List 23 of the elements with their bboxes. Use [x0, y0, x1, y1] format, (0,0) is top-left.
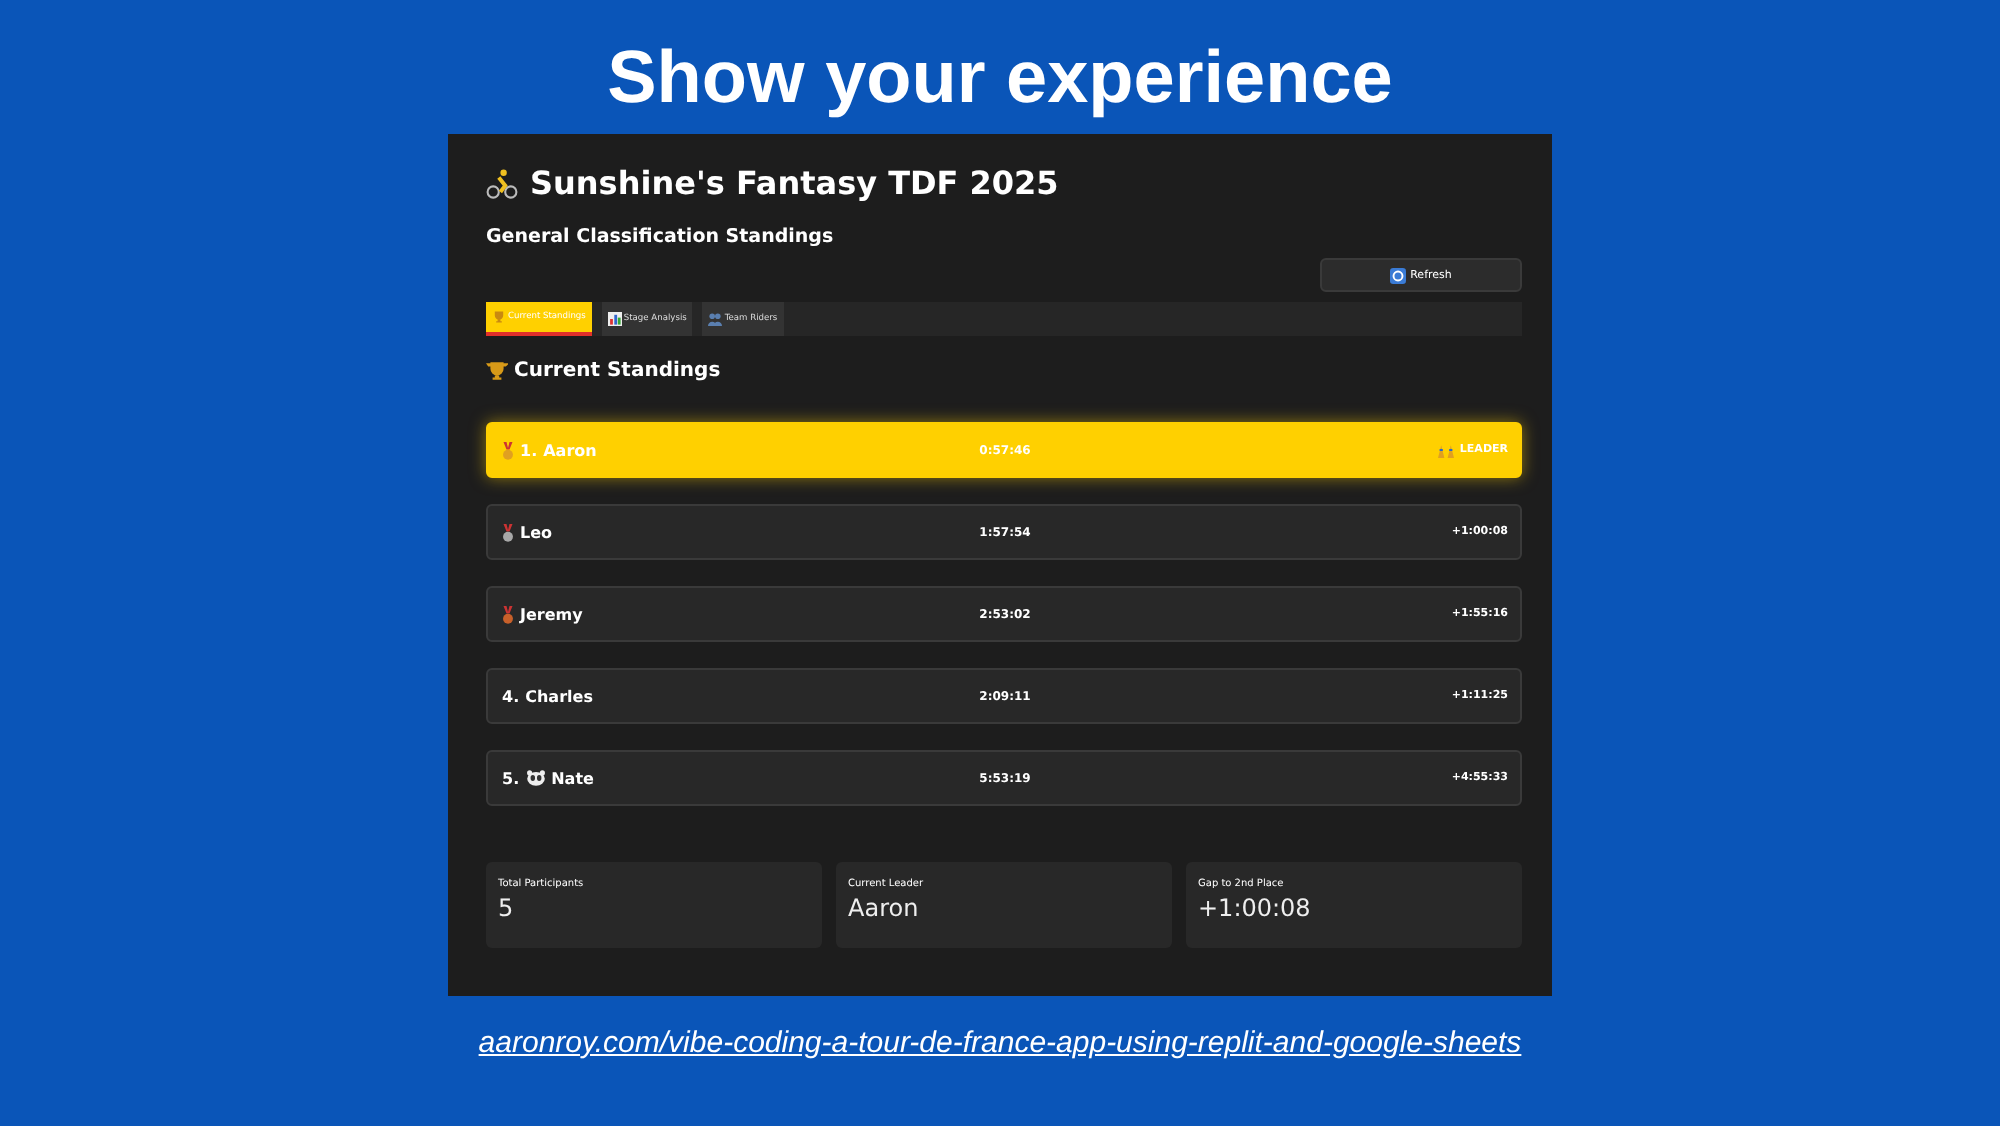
cyclist-icon: [486, 167, 518, 199]
people-icon: [708, 312, 723, 326]
participant-name: Jeremy: [520, 605, 583, 623]
participant-rank: 4.: [502, 687, 520, 705]
page-subtitle: General Classification Standings: [486, 226, 836, 248]
section-title: Current Standings: [514, 360, 721, 382]
participant-rank: 1.: [520, 441, 538, 459]
participant-name: Leo: [520, 523, 553, 541]
bar-chart-icon: [607, 312, 622, 326]
trophy-icon: [486, 360, 508, 382]
article-link[interactable]: aaronroy.com/vibe-coding-a-tour-de-france-app-using-replit-and-google-sheets: [478, 1026, 1522, 1060]
metric-value: +1:00:08: [1198, 894, 1311, 922]
participant-name: Aaron: [543, 441, 597, 459]
trophy-icon: [492, 310, 506, 324]
participant-rank: 5.: [502, 769, 520, 787]
metric-value: Aaron: [848, 894, 919, 922]
app-title: Sunshine's Fantasy TDF 2025: [530, 164, 1059, 202]
participant-name: Charles: [525, 687, 593, 705]
animal-face-icon: [525, 770, 546, 786]
participant-name: Nate: [551, 769, 594, 787]
metric-value: 5: [498, 894, 514, 922]
refresh-icon: [1390, 267, 1407, 283]
slide-title: Show your experience: [607, 34, 1393, 122]
